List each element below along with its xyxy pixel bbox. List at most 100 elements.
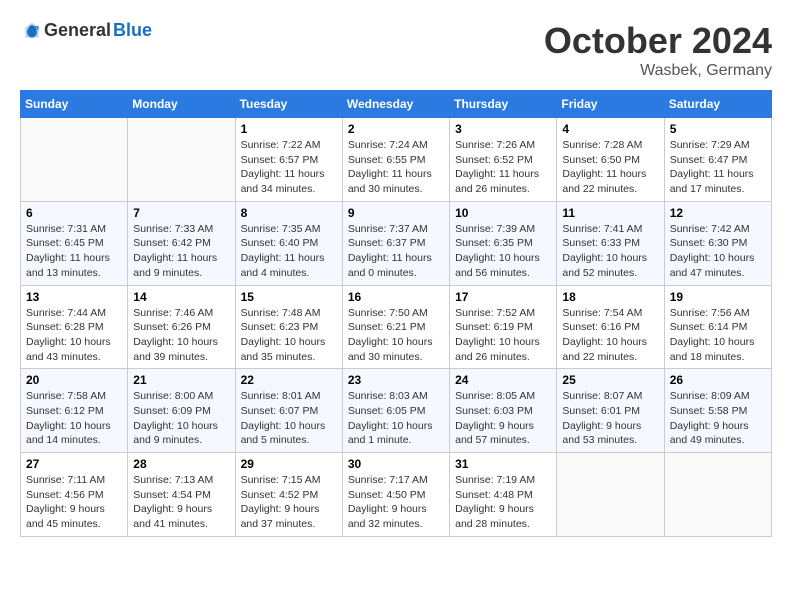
week-row-1: 1Sunrise: 7:22 AM Sunset: 6:57 PM Daylig…: [21, 118, 772, 202]
day-info: Sunrise: 7:54 AM Sunset: 6:16 PM Dayligh…: [562, 306, 658, 365]
day-cell: 6 Sunrise: 7:31 AM Sunset: 6:45 PM Daylig…: [21, 201, 128, 285]
day-info: Sunrise: 7:15 AM Sunset: 4:52 PM Dayligh…: [241, 473, 337, 532]
day-cell: 10 Sunrise: 7:39 AM Sunset: 6:35 PM Dayli…: [450, 201, 557, 285]
day-number: 26: [670, 373, 766, 387]
day-number: 4: [562, 122, 658, 136]
day-cell: 24Sunrise: 8:05 AM Sunset: 6:03 PM Dayli…: [450, 369, 557, 453]
day-number: 2: [348, 122, 444, 136]
day-cell: 15 Sunrise: 7:48 AM Sunset: 6:23 PM Dayli…: [235, 285, 342, 369]
day-number: 5: [670, 122, 766, 136]
day-info: Sunrise: 7:28 AM Sunset: 6:50 PM Dayligh…: [562, 138, 658, 197]
day-info: Sunrise: 7:31 AM Sunset: 6:45 PM Dayligh…: [26, 222, 122, 281]
day-info: Sunrise: 7:48 AM Sunset: 6:23 PM Dayligh…: [241, 306, 337, 365]
day-cell: 13 Sunrise: 7:44 AM Sunset: 6:28 PM Dayli…: [21, 285, 128, 369]
day-info: Sunrise: 7:44 AM Sunset: 6:28 PM Dayligh…: [26, 306, 122, 365]
day-info: Sunrise: 8:00 AM Sunset: 6:09 PM Dayligh…: [133, 389, 229, 448]
day-cell: 27 Sunrise: 7:11 AM Sunset: 4:56 PM Dayli…: [21, 453, 128, 537]
day-cell: 25Sunrise: 8:07 AM Sunset: 6:01 PM Dayli…: [557, 369, 664, 453]
day-number: 16: [348, 290, 444, 304]
day-cell: [557, 453, 664, 537]
day-info: Sunrise: 7:42 AM Sunset: 6:30 PM Dayligh…: [670, 222, 766, 281]
weekday-header-friday: Friday: [557, 91, 664, 118]
day-cell: 19 Sunrise: 7:56 AM Sunset: 6:14 PM Dayli…: [664, 285, 771, 369]
day-number: 1: [241, 122, 337, 136]
day-info: Sunrise: 7:26 AM Sunset: 6:52 PM Dayligh…: [455, 138, 551, 197]
day-cell: 5 Sunrise: 7:29 AM Sunset: 6:47 PM Daylig…: [664, 118, 771, 202]
week-row-2: 6 Sunrise: 7:31 AM Sunset: 6:45 PM Daylig…: [21, 201, 772, 285]
week-row-5: 27 Sunrise: 7:11 AM Sunset: 4:56 PM Dayli…: [21, 453, 772, 537]
day-cell: 28 Sunrise: 7:13 AM Sunset: 4:54 PM Dayli…: [128, 453, 235, 537]
weekday-header-row: SundayMondayTuesdayWednesdayThursdayFrid…: [21, 91, 772, 118]
day-info: Sunrise: 7:50 AM Sunset: 6:21 PM Dayligh…: [348, 306, 444, 365]
day-info: Sunrise: 7:56 AM Sunset: 6:14 PM Dayligh…: [670, 306, 766, 365]
day-number: 21: [133, 373, 229, 387]
day-number: 18: [562, 290, 658, 304]
day-number: 13: [26, 290, 122, 304]
day-info: Sunrise: 7:58 AM Sunset: 6:12 PM Dayligh…: [26, 389, 122, 448]
day-number: 25: [562, 373, 658, 387]
day-info: Sunrise: 7:37 AM Sunset: 6:37 PM Dayligh…: [348, 222, 444, 281]
day-info: Sunrise: 7:13 AM Sunset: 4:54 PM Dayligh…: [133, 473, 229, 532]
day-cell: 31Sunrise: 7:19 AM Sunset: 4:48 PM Dayli…: [450, 453, 557, 537]
day-number: 14: [133, 290, 229, 304]
day-cell: 20 Sunrise: 7:58 AM Sunset: 6:12 PM Dayli…: [21, 369, 128, 453]
day-cell: 26 Sunrise: 8:09 AM Sunset: 5:58 PM Dayli…: [664, 369, 771, 453]
calendar: SundayMondayTuesdayWednesdayThursdayFrid…: [20, 90, 772, 537]
day-number: 22: [241, 373, 337, 387]
day-info: Sunrise: 7:46 AM Sunset: 6:26 PM Dayligh…: [133, 306, 229, 365]
title-area: October 2024 Wasbek, Germany: [544, 20, 772, 80]
day-info: Sunrise: 7:11 AM Sunset: 4:56 PM Dayligh…: [26, 473, 122, 532]
day-info: Sunrise: 7:41 AM Sunset: 6:33 PM Dayligh…: [562, 222, 658, 281]
day-number: 24: [455, 373, 551, 387]
day-info: Sunrise: 7:39 AM Sunset: 6:35 PM Dayligh…: [455, 222, 551, 281]
day-info: Sunrise: 7:35 AM Sunset: 6:40 PM Dayligh…: [241, 222, 337, 281]
day-info: Sunrise: 7:19 AM Sunset: 4:48 PM Dayligh…: [455, 473, 551, 532]
day-info: Sunrise: 7:33 AM Sunset: 6:42 PM Dayligh…: [133, 222, 229, 281]
logo-icon: [22, 21, 42, 41]
day-number: 30: [348, 457, 444, 471]
day-number: 12: [670, 206, 766, 220]
day-cell: 1Sunrise: 7:22 AM Sunset: 6:57 PM Daylig…: [235, 118, 342, 202]
day-number: 28: [133, 457, 229, 471]
day-info: Sunrise: 7:24 AM Sunset: 6:55 PM Dayligh…: [348, 138, 444, 197]
weekday-header-saturday: Saturday: [664, 91, 771, 118]
month-title: October 2024: [544, 20, 772, 62]
logo: GeneralBlue: [20, 20, 152, 41]
day-number: 23: [348, 373, 444, 387]
day-number: 3: [455, 122, 551, 136]
day-number: 10: [455, 206, 551, 220]
weekday-header-monday: Monday: [128, 91, 235, 118]
day-cell: [128, 118, 235, 202]
logo-general: General: [44, 20, 111, 41]
day-info: Sunrise: 8:09 AM Sunset: 5:58 PM Dayligh…: [670, 389, 766, 448]
day-number: 6: [26, 206, 122, 220]
day-cell: 16 Sunrise: 7:50 AM Sunset: 6:21 PM Dayli…: [342, 285, 449, 369]
header: GeneralBlue October 2024 Wasbek, Germany: [20, 20, 772, 80]
weekday-header-tuesday: Tuesday: [235, 91, 342, 118]
day-number: 8: [241, 206, 337, 220]
day-cell: 14 Sunrise: 7:46 AM Sunset: 6:26 PM Dayli…: [128, 285, 235, 369]
day-number: 20: [26, 373, 122, 387]
weekday-header-wednesday: Wednesday: [342, 91, 449, 118]
day-info: Sunrise: 7:29 AM Sunset: 6:47 PM Dayligh…: [670, 138, 766, 197]
day-cell: 9Sunrise: 7:37 AM Sunset: 6:37 PM Daylig…: [342, 201, 449, 285]
day-cell: 7 Sunrise: 7:33 AM Sunset: 6:42 PM Daylig…: [128, 201, 235, 285]
day-cell: 12 Sunrise: 7:42 AM Sunset: 6:30 PM Dayli…: [664, 201, 771, 285]
day-cell: 22 Sunrise: 8:01 AM Sunset: 6:07 PM Dayli…: [235, 369, 342, 453]
day-info: Sunrise: 8:01 AM Sunset: 6:07 PM Dayligh…: [241, 389, 337, 448]
day-number: 29: [241, 457, 337, 471]
day-cell: 11 Sunrise: 7:41 AM Sunset: 6:33 PM Dayli…: [557, 201, 664, 285]
day-number: 7: [133, 206, 229, 220]
day-cell: 8 Sunrise: 7:35 AM Sunset: 6:40 PM Daylig…: [235, 201, 342, 285]
day-info: Sunrise: 8:03 AM Sunset: 6:05 PM Dayligh…: [348, 389, 444, 448]
weekday-header-sunday: Sunday: [21, 91, 128, 118]
day-cell: 23 Sunrise: 8:03 AM Sunset: 6:05 PM Dayli…: [342, 369, 449, 453]
day-cell: 30Sunrise: 7:17 AM Sunset: 4:50 PM Dayli…: [342, 453, 449, 537]
day-number: 19: [670, 290, 766, 304]
day-number: 15: [241, 290, 337, 304]
day-cell: 21 Sunrise: 8:00 AM Sunset: 6:09 PM Dayli…: [128, 369, 235, 453]
weekday-header-thursday: Thursday: [450, 91, 557, 118]
day-number: 27: [26, 457, 122, 471]
week-row-3: 13 Sunrise: 7:44 AM Sunset: 6:28 PM Dayli…: [21, 285, 772, 369]
day-number: 11: [562, 206, 658, 220]
